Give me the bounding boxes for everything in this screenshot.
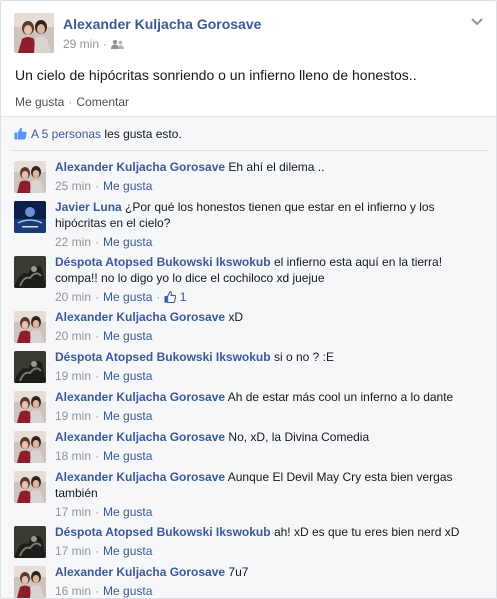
post-author-name[interactable]: Alexander Kuljacha Gorosave: [63, 16, 261, 32]
commenter-name[interactable]: Alexander Kuljacha Gorosave: [55, 430, 225, 444]
comment-like-button[interactable]: Me gusta: [103, 179, 152, 193]
comment-text: Ah de estar más cool un inferno a lo dan…: [227, 390, 454, 404]
post-actions: Me gusta · Comentar: [15, 95, 130, 109]
comment-meta: 25 min · Me gusta: [55, 178, 485, 194]
comment-timestamp[interactable]: 20 min: [55, 290, 91, 304]
comment-like-button[interactable]: Me gusta: [103, 449, 152, 463]
thumbs-up-icon: [14, 127, 27, 143]
comment-text: si o no ? :E: [273, 350, 334, 364]
separator-dot: ·: [95, 179, 100, 193]
commenter-avatar[interactable]: [14, 351, 46, 383]
comment-meta: 22 min · Me gusta: [55, 234, 485, 250]
comment-timestamp[interactable]: 18 min: [55, 449, 91, 463]
comment-body: Déspota Atopsed Bukowski Ikswokub el inf…: [55, 254, 485, 307]
comment-body: Déspota Atopsed Bukowski Ikswokub ah! xD…: [55, 524, 485, 559]
commenter-name[interactable]: Alexander Kuljacha Gorosave: [55, 470, 225, 484]
thumbs-up-icon[interactable]: [164, 291, 177, 307]
comment-like-count[interactable]: 1: [176, 290, 187, 304]
comment-timestamp[interactable]: 17 min: [55, 544, 91, 558]
comment-like-button[interactable]: Me gusta: [103, 584, 152, 598]
commenter-name[interactable]: Alexander Kuljacha Gorosave: [55, 390, 225, 404]
feedback-section: A 5 personas les gusta esto. Alexander K…: [1, 116, 496, 598]
separator-dot: ·: [95, 505, 100, 519]
commenter-avatar[interactable]: [14, 311, 46, 343]
comment-meta: 17 min · Me gusta: [55, 504, 485, 520]
comment-meta: 20 min · Me gusta · 1: [55, 289, 485, 307]
post-timestamp[interactable]: 29 min: [63, 37, 99, 51]
comment-like-button[interactable]: Me gusta: [103, 290, 152, 304]
comment-meta: 20 min · Me gusta: [55, 328, 485, 344]
separator-dot: ·: [95, 584, 100, 598]
commenter-name[interactable]: Javier Luna: [55, 200, 122, 214]
comment-body: Alexander Kuljacha Gorosave No, xD, la D…: [55, 429, 485, 464]
commenter-name[interactable]: Déspota Atopsed Bukowski Ikswokub: [55, 525, 271, 539]
comment-body: Alexander Kuljacha Gorosave Ah de estar …: [55, 389, 485, 424]
like-button[interactable]: Me gusta: [15, 95, 64, 109]
comment-like-button[interactable]: Me gusta: [103, 409, 152, 423]
comment-timestamp[interactable]: 25 min: [55, 179, 91, 193]
comment-text: No, xD, la Divina Comedia: [228, 430, 370, 444]
friends-icon[interactable]: [111, 39, 125, 53]
comment-text: ah! xD es que tu eres bien nerd xD: [273, 525, 460, 539]
comment-like-button[interactable]: Me gusta: [103, 544, 152, 558]
commenter-avatar[interactable]: [14, 526, 46, 558]
commenter-name[interactable]: Déspota Atopsed Bukowski Ikswokub: [55, 350, 271, 364]
comment-body: Alexander Kuljacha Gorosave Aunque El De…: [55, 469, 485, 520]
post-header: Alexander Kuljacha Gorosave 29 min ·: [14, 13, 484, 55]
comment-meta: 18 min · Me gusta: [55, 448, 485, 464]
comment-like-button[interactable]: Me gusta: [103, 235, 152, 249]
commenter-avatar[interactable]: [14, 471, 46, 503]
commenter-avatar[interactable]: [14, 201, 46, 233]
post-meta: 29 min ·: [63, 37, 125, 53]
post-card: Alexander Kuljacha Gorosave 29 min · Un c…: [0, 0, 497, 599]
commenter-avatar[interactable]: [14, 256, 46, 288]
comment-meta: 16 min · Me gusta: [55, 583, 485, 598]
comment-meta: 19 min · Me gusta: [55, 408, 485, 424]
comment-button[interactable]: Comentar: [76, 95, 129, 109]
separator-dot: ·: [95, 369, 100, 383]
divider: [11, 150, 488, 151]
separator-dot: ·: [95, 449, 100, 463]
chevron-down-icon[interactable]: [470, 15, 484, 29]
comment-timestamp[interactable]: 20 min: [55, 329, 91, 343]
commenter-avatar[interactable]: [14, 161, 46, 193]
comment-meta: 17 min · Me gusta: [55, 543, 485, 559]
commenter-name[interactable]: Alexander Kuljacha Gorosave: [55, 160, 225, 174]
comment-body: Alexander Kuljacha Gorosave xD 20 min · Me …: [55, 309, 485, 344]
comment-text: xD: [228, 310, 244, 324]
separator-dot: ·: [95, 235, 100, 249]
comment-body: Javier Luna ¿Por qué los honestos tienen…: [55, 199, 485, 250]
comment-timestamp[interactable]: 17 min: [55, 505, 91, 519]
separator-dot: ·: [156, 290, 161, 304]
comment-text: Eh ahí el dilema ..: [228, 160, 325, 174]
comment-meta: 19 min · Me gusta: [55, 368, 485, 384]
comment-timestamp[interactable]: 19 min: [55, 369, 91, 383]
post-author-avatar[interactable]: [14, 13, 54, 53]
commenter-name[interactable]: Alexander Kuljacha Gorosave: [55, 310, 225, 324]
comment-like-button[interactable]: Me gusta: [103, 369, 152, 383]
comment-body: Alexander Kuljacha Gorosave 7u7 16 min · Me…: [55, 564, 485, 598]
commenter-avatar[interactable]: [14, 431, 46, 463]
comment-timestamp[interactable]: 16 min: [55, 584, 91, 598]
comment-body: Déspota Atopsed Bukowski Ikswokub si o n…: [55, 349, 485, 384]
comment-timestamp[interactable]: 22 min: [55, 235, 91, 249]
comment-like-button[interactable]: Me gusta: [103, 329, 152, 343]
comment-like-button[interactable]: Me gusta: [103, 505, 152, 519]
separator-dot: ·: [95, 290, 100, 304]
post-body-text: Un cielo de hipócritas sonriendo o un in…: [15, 67, 417, 83]
comment-timestamp[interactable]: 19 min: [55, 409, 91, 423]
separator-dot: ·: [95, 544, 100, 558]
commenter-avatar[interactable]: [14, 566, 46, 598]
commenter-name[interactable]: Déspota Atopsed Bukowski Ikswokub: [55, 255, 271, 269]
likes-summary: A 5 personas les gusta esto.: [14, 127, 182, 143]
likes-suffix: les gusta esto.: [101, 127, 182, 141]
separator-dot: ·: [95, 409, 100, 423]
separator-dot: ·: [95, 329, 100, 343]
commenter-avatar[interactable]: [14, 391, 46, 423]
likes-count-link[interactable]: A 5 personas: [31, 127, 101, 141]
comment-text: 7u7: [228, 565, 249, 579]
commenter-name[interactable]: Alexander Kuljacha Gorosave: [55, 565, 225, 579]
comment-body: Alexander Kuljacha Gorosave Eh ahí el di…: [55, 159, 485, 194]
